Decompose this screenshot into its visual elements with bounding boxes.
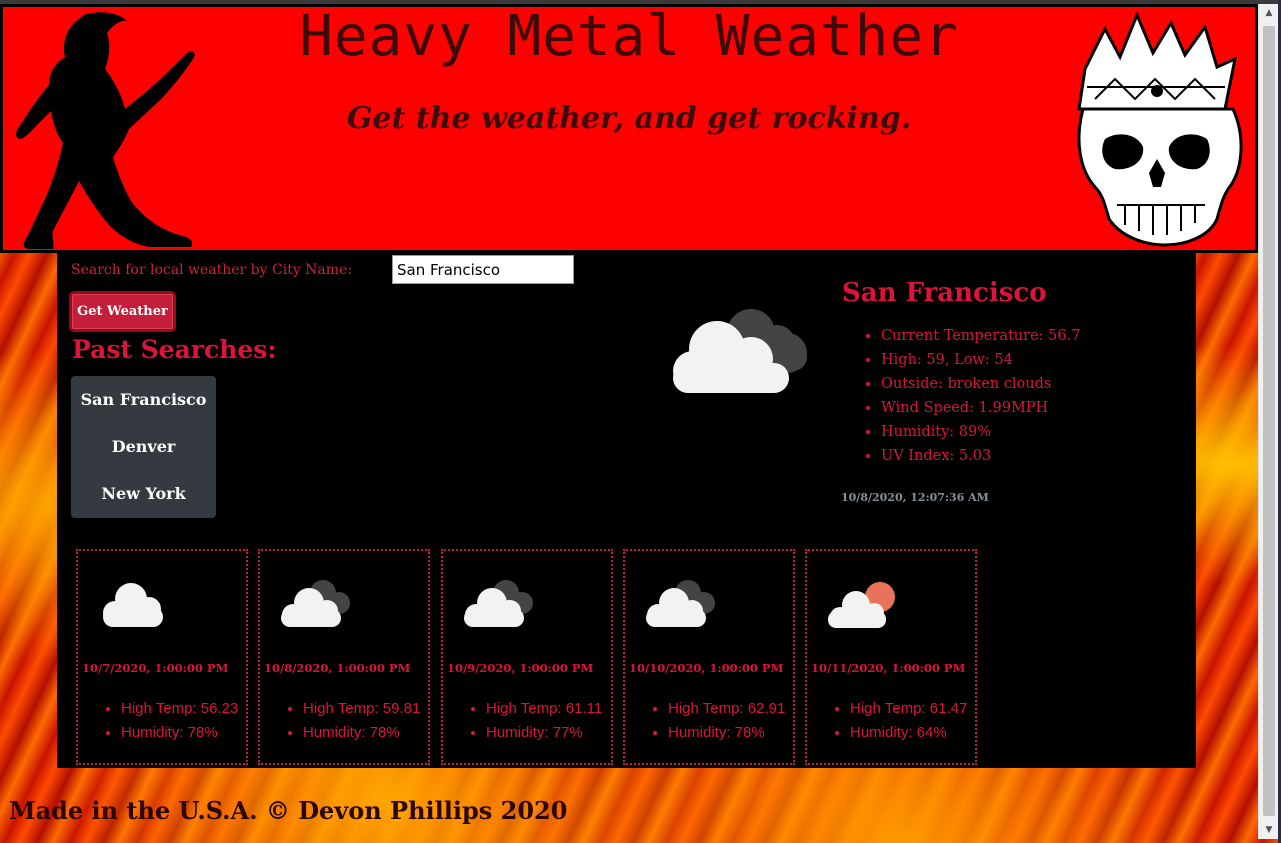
site-header: Heavy Metal Weather Get the weather, and…	[0, 4, 1258, 253]
forecast-date: 10/9/2020, 1:00:00 PM	[447, 661, 594, 675]
forecast-humidity: Humidity: 77%	[486, 721, 602, 745]
forecast-high-temp: High Temp: 59.81	[303, 697, 420, 721]
broken-clouds-icon	[646, 580, 715, 627]
search-label: Search for local weather by City Name:	[71, 262, 353, 278]
forecast-high-temp: High Temp: 56.23	[121, 697, 238, 721]
forecast-details: High Temp: 61.11 Humidity: 77%	[486, 697, 602, 745]
forecast-card: 10/8/2020, 1:00:00 PM High Temp: 59.81 H…	[258, 549, 430, 765]
forecast-humidity: Humidity: 78%	[121, 721, 238, 745]
partly-cloudy-sun-icon	[828, 582, 895, 628]
forecast-card: 10/10/2020, 1:00:00 PM High Temp: 62.91 …	[623, 549, 795, 765]
forecast-card: 10/11/2020, 1:00:00 PM High Temp: 61.47 …	[805, 549, 977, 765]
broken-clouds-icon	[281, 580, 350, 627]
forecast-humidity: Humidity: 64%	[850, 721, 967, 745]
past-searches-list: San Francisco Denver New York	[71, 376, 216, 518]
forecast-details: High Temp: 61.47 Humidity: 64%	[850, 697, 967, 745]
current-weather-details: Current Temperature: 56.7 High: 59, Low:…	[881, 324, 1080, 468]
forecast-date: 10/10/2020, 1:00:00 PM	[629, 661, 784, 675]
current-temperature: Current Temperature: 56.7	[881, 324, 1080, 348]
forecast-humidity: Humidity: 78%	[668, 721, 785, 745]
broken-clouds-icon	[464, 580, 533, 627]
scroll-up-arrow-icon[interactable]: ▲	[1259, 4, 1279, 22]
forecast-high-temp: High Temp: 62.91	[668, 697, 785, 721]
vertical-scrollbar[interactable]: ▲ ▼	[1258, 4, 1278, 839]
forecast-date: 10/8/2020, 1:00:00 PM	[264, 661, 411, 675]
current-conditions: Outside: broken clouds	[881, 372, 1080, 396]
past-searches-title: Past Searches:	[72, 335, 277, 364]
forecast-high-temp: High Temp: 61.47	[850, 697, 967, 721]
forecast-row: 10/7/2020, 1:00:00 PM High Temp: 56.23 H…	[76, 549, 986, 765]
forecast-card: 10/9/2020, 1:00:00 PM High Temp: 61.11 H…	[441, 549, 613, 765]
forecast-details: High Temp: 62.91 Humidity: 78%	[668, 697, 785, 745]
scroll-down-arrow-icon[interactable]: ▼	[1259, 821, 1279, 839]
weather-panel: Search for local weather by City Name: G…	[57, 253, 1196, 768]
current-city-title: San Francisco	[842, 278, 1047, 308]
forecast-details: High Temp: 59.81 Humidity: 78%	[303, 697, 420, 745]
current-wind-speed: Wind Speed: 1.99MPH	[881, 396, 1080, 420]
scrollbar-thumb[interactable]	[1263, 26, 1275, 816]
forecast-details: High Temp: 56.23 Humidity: 78%	[121, 697, 238, 745]
cloud-icon	[103, 583, 163, 627]
past-search-item-denver[interactable]: Denver	[71, 423, 216, 470]
broken-clouds-icon	[673, 309, 807, 393]
crowned-skull-icon	[1077, 11, 1243, 247]
current-uv-index: UV Index: 5.03	[881, 444, 1080, 468]
city-search-input[interactable]	[392, 255, 574, 284]
forecast-date: 10/11/2020, 1:00:00 PM	[811, 661, 966, 675]
past-search-item-new-york[interactable]: New York	[71, 470, 216, 517]
forecast-humidity: Humidity: 78%	[303, 721, 420, 745]
current-timestamp: 10/8/2020, 12:07:36 AM	[841, 491, 989, 504]
forecast-date: 10/7/2020, 1:00:00 PM	[82, 661, 229, 675]
forecast-card: 10/7/2020, 1:00:00 PM High Temp: 56.23 H…	[76, 549, 248, 765]
get-weather-button[interactable]: Get Weather	[69, 291, 176, 332]
current-high-low: High: 59, Low: 54	[881, 348, 1080, 372]
current-humidity: Humidity: 89%	[881, 420, 1080, 444]
page-footer: Made in the U.S.A. © Devon Phillips 2020	[9, 796, 568, 825]
forecast-high-temp: High Temp: 61.11	[486, 697, 602, 721]
past-search-item-san-francisco[interactable]: San Francisco	[71, 376, 216, 423]
